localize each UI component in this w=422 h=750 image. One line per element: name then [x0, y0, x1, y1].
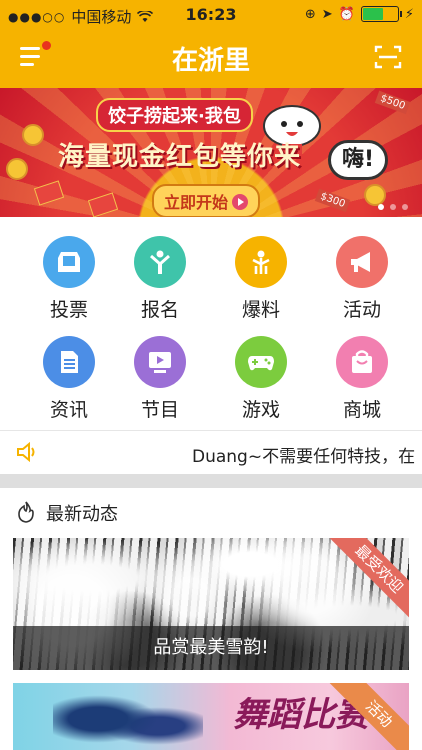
speaker-icon: [17, 442, 35, 462]
card-image: [53, 691, 203, 750]
grid-item-label: 节目: [140, 399, 179, 421]
scan-icon[interactable]: [374, 44, 402, 70]
banner-exclaim: 嗨!: [328, 140, 388, 180]
alarm-icon: ⏰: [338, 6, 355, 22]
pager-dot: [378, 204, 384, 210]
grid-item-vote[interactable]: 投票: [19, 217, 119, 321]
status-right: ⊕ ➤ ⏰ ⚡: [305, 6, 414, 22]
feature-grid: 投票 报名 爆料 活动 资讯 节目 游戏 商城: [0, 217, 422, 429]
coin-icon: [364, 184, 386, 206]
nav-bar: 在浙里: [0, 30, 422, 88]
feed-card[interactable]: 最受欢迎 品赏最美雪韵!: [13, 538, 409, 670]
grid-item-mall[interactable]: 商城: [312, 317, 412, 421]
shopping-bag-icon: [336, 336, 388, 388]
grid-item-game[interactable]: 游戏: [211, 317, 311, 421]
grid-item-tipoff[interactable]: 爆料: [211, 217, 311, 321]
pager-dot: [390, 204, 396, 210]
battery-fill: [362, 8, 384, 20]
grid-item-signup[interactable]: 报名: [110, 217, 210, 321]
card-caption: 品赏最美雪韵!: [13, 626, 409, 670]
top-bar: ●●●○○ 中国移动 16:23 ⊕ ➤ ⏰ ⚡ 在浙里: [0, 0, 422, 88]
tip-off-icon: [235, 236, 287, 288]
battery-icon: [360, 6, 402, 22]
rotation-lock-icon: ⊕: [304, 6, 316, 22]
news-icon: [43, 336, 95, 388]
start-button-label: 立即开始: [164, 193, 229, 212]
vote-icon: [43, 236, 95, 288]
promo-banner[interactable]: $500 $300 饺子捞起来·我包 海量现金红包等你来 嗨! 立即开始: [0, 88, 422, 217]
section-divider: [0, 474, 422, 488]
tv-icon: [134, 336, 186, 388]
play-icon: [232, 194, 249, 210]
banner-subtitle: 饺子捞起来·我包: [96, 98, 253, 132]
grid-item-news[interactable]: 资讯: [19, 317, 119, 421]
grid-item-label: 商城: [342, 399, 381, 421]
grid-item-label: 资讯: [49, 399, 88, 421]
feed-card[interactable]: 舞蹈比赛 活动: [13, 683, 409, 750]
signup-icon: [134, 236, 186, 288]
banner-headline: 海量现金红包等你来: [58, 142, 302, 172]
megaphone-icon: [336, 236, 388, 288]
notice-bar[interactable]: Duang~不需要任何特技，在: [0, 430, 422, 474]
status-bar: ●●●○○ 中国移动 16:23 ⊕ ➤ ⏰ ⚡: [0, 0, 422, 30]
pager-dot: [402, 204, 408, 210]
page-title: 在浙里: [171, 46, 250, 76]
notice-text: Duang~不需要任何特技，在: [192, 447, 416, 467]
location-icon: ➤: [321, 6, 333, 22]
fire-icon: [18, 501, 34, 523]
charging-icon: ⚡: [404, 6, 414, 22]
gamepad-icon: [235, 336, 287, 388]
grid-item-program[interactable]: 节目: [110, 317, 210, 421]
app-screen: ●●●○○ 中国移动 16:23 ⊕ ➤ ⏰ ⚡ 在浙里 $500 $300 饺…: [0, 0, 422, 750]
latest-news-header: 最新动态: [0, 488, 422, 536]
start-button[interactable]: 立即开始: [152, 184, 261, 217]
banner-pager[interactable]: [378, 204, 408, 210]
grid-item-label: 游戏: [241, 399, 280, 421]
coin-icon: [6, 158, 28, 180]
section-title: 最新动态: [46, 504, 118, 525]
coin-icon: [22, 124, 44, 146]
grid-item-activity[interactable]: 活动: [312, 217, 412, 321]
